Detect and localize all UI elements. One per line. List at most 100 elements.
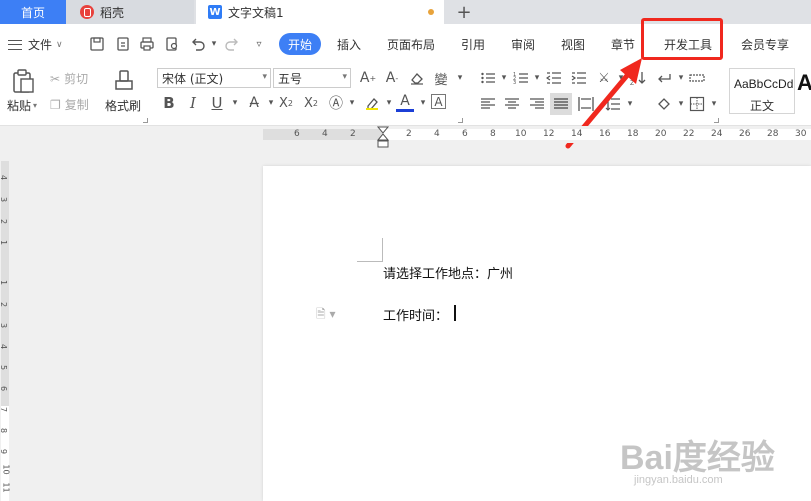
customize-quick-access-icon[interactable]: ▿ bbox=[250, 35, 268, 53]
tab-document-label: 文字文稿1 bbox=[228, 5, 284, 20]
ruler-number: 2 bbox=[0, 302, 8, 307]
ruler-number: 4 bbox=[434, 129, 440, 139]
format-painter-button[interactable]: 格式刷 bbox=[105, 97, 141, 114]
text-cursor bbox=[454, 305, 456, 321]
menu-tab-section[interactable]: 章节 bbox=[611, 36, 635, 53]
chevron-down-icon[interactable]: ▾ bbox=[343, 94, 361, 112]
new-tab-plus-icon[interactable]: + bbox=[452, 0, 476, 24]
ruler-number: 20 bbox=[655, 129, 667, 139]
font-size-select[interactable]: 五号 ▾ bbox=[273, 68, 351, 88]
chevron-down-icon: ∨ bbox=[56, 39, 63, 50]
copy-icon: ❐ bbox=[50, 97, 61, 112]
menu-tab-review[interactable]: 审阅 bbox=[511, 36, 535, 53]
clear-format-icon[interactable] bbox=[408, 69, 426, 87]
strikethrough-icon[interactable]: A̶ bbox=[245, 94, 263, 112]
document-line-2[interactable]: 工作时间： bbox=[383, 305, 448, 324]
svg-text:3: 3 bbox=[513, 80, 516, 86]
copy-button[interactable]: ❐ 复制 bbox=[50, 96, 89, 113]
paragraph-group-corner[interactable] bbox=[714, 118, 719, 123]
style-normal-label: 正文 bbox=[750, 99, 775, 113]
underline-icon[interactable]: U bbox=[208, 94, 226, 112]
paste-icon[interactable] bbox=[10, 68, 36, 94]
print-preview-icon[interactable] bbox=[163, 35, 181, 53]
ruler-number: 2 bbox=[406, 129, 412, 139]
paste-dropdown-icon: ▾ bbox=[33, 101, 38, 110]
clipboard-group-corner[interactable] bbox=[143, 118, 148, 123]
indent-marker-icon[interactable] bbox=[377, 126, 389, 148]
chevron-down-icon[interactable]: ▾ bbox=[528, 69, 546, 87]
superscript-icon[interactable]: X2 bbox=[277, 94, 295, 112]
style-heading-preview[interactable]: A bbox=[797, 70, 811, 96]
shading-icon[interactable] bbox=[655, 95, 673, 113]
menu-tab-page-layout[interactable]: 页面布局 bbox=[387, 36, 435, 53]
style-normal[interactable]: AaBbCcDd 正文 bbox=[729, 68, 795, 114]
ruler-number: 4 bbox=[0, 175, 8, 180]
ruler-number: 3 bbox=[0, 197, 8, 202]
italic-icon[interactable]: I bbox=[184, 94, 202, 112]
borders-icon[interactable] bbox=[688, 95, 706, 113]
docer-logo-icon bbox=[80, 5, 94, 19]
chevron-down-icon[interactable]: ▾ bbox=[451, 69, 469, 87]
format-painter-icon[interactable] bbox=[111, 68, 137, 94]
watermark-url: jingyan.baidu.com bbox=[634, 474, 723, 486]
ruler-number: 1 bbox=[0, 240, 8, 245]
chevron-down-icon[interactable]: ▾ bbox=[495, 69, 513, 87]
horizontal-ruler[interactable]: 6 4 2 2 4 6 8 10 12 14 16 18 20 22 24 26… bbox=[0, 126, 811, 148]
character-border-icon[interactable]: A bbox=[431, 94, 446, 109]
bold-icon[interactable]: B bbox=[160, 94, 178, 112]
tab-home[interactable]: 首页 bbox=[0, 0, 66, 24]
chevron-down-icon[interactable]: ▾ bbox=[414, 94, 432, 112]
ruler-number: 6 bbox=[462, 129, 468, 139]
ruler-number: 8 bbox=[0, 428, 8, 433]
ruler-number: 28 bbox=[767, 129, 779, 139]
ruler-number: 3 bbox=[0, 323, 8, 328]
copy-label: 复制 bbox=[64, 98, 89, 112]
chevron-down-icon[interactable]: ▾ bbox=[226, 94, 244, 112]
subscript-icon[interactable]: X2 bbox=[302, 94, 320, 112]
ruler-number: 4 bbox=[0, 344, 8, 349]
file-menu[interactable]: 文件 ∨ bbox=[8, 36, 63, 53]
ruler-number: 6 bbox=[0, 386, 8, 391]
paste-button[interactable]: 粘贴 ▾ bbox=[7, 97, 37, 114]
unsaved-dot-icon bbox=[428, 9, 434, 15]
print-icon[interactable] bbox=[138, 35, 156, 53]
watermark: Bai度经验 jingyan.baidu.com bbox=[620, 430, 775, 486]
align-center-icon[interactable] bbox=[503, 95, 521, 113]
cut-button[interactable]: ✂ 剪切 bbox=[50, 70, 88, 87]
chevron-down-icon[interactable]: ▾ bbox=[705, 95, 723, 113]
undo-dropdown-icon[interactable]: ▾ bbox=[205, 35, 223, 53]
font-name-value: 宋体 (正文) bbox=[162, 71, 224, 86]
ruler-number: 9 bbox=[0, 449, 8, 454]
vertical-ruler[interactable]: 4 3 2 1 1 2 3 4 5 6 7 8 9 10 11 bbox=[0, 143, 11, 501]
align-left-icon[interactable] bbox=[479, 95, 497, 113]
align-right-icon[interactable] bbox=[528, 95, 546, 113]
decrease-font-icon[interactable]: A- bbox=[383, 69, 401, 87]
file-menu-label: 文件 bbox=[28, 38, 53, 52]
phonetic-guide-icon[interactable]: 變 bbox=[432, 69, 450, 88]
menu-tab-insert[interactable]: 插入 bbox=[337, 36, 361, 53]
document-line-1[interactable]: 请选择工作地点：广州 bbox=[383, 263, 513, 282]
font-color-icon[interactable]: A bbox=[396, 92, 414, 112]
font-size-value: 五号 bbox=[278, 71, 303, 86]
increase-font-icon[interactable]: A + bbox=[359, 69, 377, 87]
tab-docer-label: 稻壳 bbox=[100, 5, 125, 20]
menu-tab-start[interactable]: 开始 bbox=[279, 33, 321, 55]
font-name-select[interactable]: 宋体 (正文) ▾ bbox=[157, 68, 271, 88]
ruler-number: 7 bbox=[0, 407, 8, 412]
paragraph-handle-icon[interactable]: 🗎 ▾ bbox=[316, 305, 336, 326]
font-group-corner[interactable] bbox=[458, 118, 463, 123]
ruler-number: 2 bbox=[0, 219, 8, 224]
tab-document[interactable]: W 文字文稿1 bbox=[196, 0, 444, 24]
redo-icon[interactable] bbox=[223, 35, 241, 53]
chevron-down-icon: ▾ bbox=[262, 72, 267, 82]
menu-tab-membership[interactable]: 会员专享 bbox=[741, 36, 789, 53]
save-icon[interactable] bbox=[88, 35, 106, 53]
ruler-number: 6 bbox=[294, 129, 300, 139]
menu-tab-references[interactable]: 引用 bbox=[461, 36, 485, 53]
menu-tab-view[interactable]: 视图 bbox=[561, 36, 585, 53]
highlight-icon[interactable] bbox=[363, 94, 381, 112]
table-tools-icon[interactable] bbox=[688, 69, 706, 87]
export-pdf-icon[interactable] bbox=[114, 35, 132, 53]
tab-docer[interactable]: 稻壳 bbox=[66, 0, 194, 24]
show-hide-marks-icon[interactable] bbox=[655, 69, 673, 87]
